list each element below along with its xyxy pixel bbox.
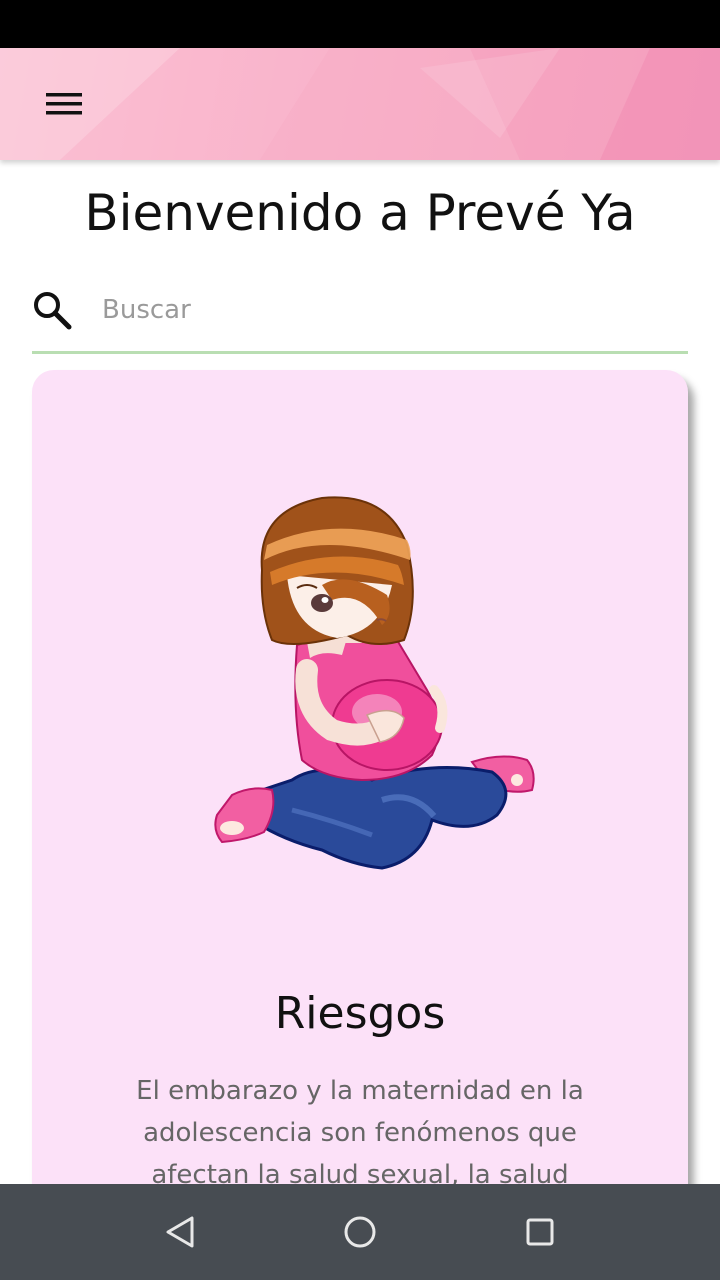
- back-button[interactable]: [156, 1208, 204, 1256]
- app-bar: [0, 48, 720, 160]
- menu-button[interactable]: [28, 78, 100, 130]
- home-button[interactable]: [336, 1208, 384, 1256]
- recents-button[interactable]: [516, 1208, 564, 1256]
- system-navigation-bar: [0, 1184, 720, 1280]
- card-description: El embarazo y la maternidad en la adoles…: [136, 1076, 584, 1190]
- home-circle-icon: [344, 1216, 376, 1248]
- hamburger-menu-icon: [46, 93, 82, 115]
- card-title: Riesgos: [274, 988, 446, 1039]
- back-triangle-icon: [166, 1216, 194, 1248]
- page-title: Bienvenido a Prevé Ya: [84, 184, 636, 242]
- search-input[interactable]: [100, 284, 664, 336]
- status-bar: [0, 0, 720, 48]
- search-bar: [32, 270, 688, 354]
- search-icon[interactable]: [32, 290, 72, 330]
- pregnant-teen-illustration: [214, 496, 535, 870]
- app-bar-background-pattern: [0, 48, 720, 160]
- recents-square-icon: [526, 1218, 554, 1246]
- topic-card[interactable]: Riesgos El embarazo y la maternidad en l…: [32, 370, 688, 1270]
